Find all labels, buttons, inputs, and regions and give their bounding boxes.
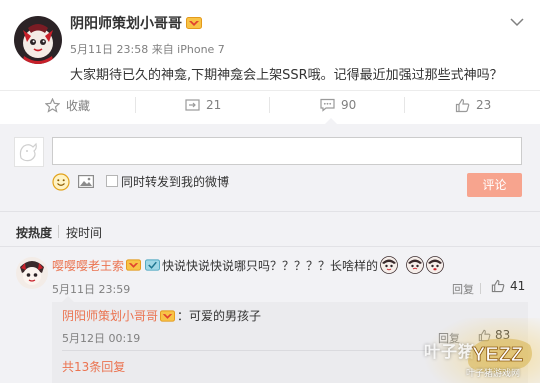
divider xyxy=(0,211,540,212)
comment-line: 嘤嘤嘤老王索 快说快说快说哪只吗？？？？？长啥样的 xyxy=(52,256,444,274)
reply-author-name[interactable]: 阴阳师策划小哥哥 xyxy=(62,307,158,324)
post-meta: 5月11日 23:58 来自 iPhone 7 xyxy=(70,43,225,56)
favorite-button[interactable]: 收藏 xyxy=(45,96,90,114)
panel-pointer xyxy=(324,118,338,125)
comment-like-button[interactable]: 41 xyxy=(491,279,525,293)
star-icon xyxy=(45,97,60,113)
emoticon-icon xyxy=(380,256,398,274)
repost-checkbox-label[interactable]: 同时转发到我的微博 xyxy=(121,173,229,190)
action-separator xyxy=(404,97,405,113)
divider xyxy=(0,246,540,247)
repost-button[interactable]: 21 xyxy=(185,96,221,114)
divider xyxy=(0,90,540,91)
comment-reply-button[interactable]: 回复 xyxy=(452,281,474,297)
comment-count: 90 xyxy=(341,98,357,112)
reply-time: 5月12日 00:19 xyxy=(62,332,141,345)
repost-icon xyxy=(185,99,200,111)
post-author-name[interactable]: 阴阳师策划小哥哥 xyxy=(70,16,182,32)
repost-count: 21 xyxy=(206,98,222,112)
like-count: 23 xyxy=(476,98,492,112)
thumbs-up-icon xyxy=(491,279,505,293)
watermark-subtext: 叶子猪游戏网 xyxy=(466,369,521,379)
favorite-label: 收藏 xyxy=(66,98,91,113)
emoticon-icon xyxy=(406,256,424,274)
watermark-logo-text: YEZZ xyxy=(472,344,523,366)
submit-comment-button[interactable]: 评论 xyxy=(467,173,522,197)
more-replies-link[interactable]: 共13条回复 xyxy=(62,358,125,375)
reply-line: 阴阳师策划小哥哥 ：可爱的男孩子 xyxy=(62,307,261,324)
post-author[interactable]: 阴阳师策划小哥哥 xyxy=(70,13,202,33)
repost-checkbox[interactable] xyxy=(106,175,118,187)
comment-time: 5月11日 23:59 xyxy=(52,283,131,296)
vip-badge-icon xyxy=(186,17,202,29)
author-avatar[interactable] xyxy=(14,16,62,64)
chevron-down-icon[interactable] xyxy=(510,17,524,27)
image-icon[interactable] xyxy=(78,175,94,188)
commenter-name[interactable]: 嘤嘤嘤老王索 xyxy=(52,257,124,274)
tab-sort-by-hot[interactable]: 按热度 xyxy=(16,224,52,241)
action-separator xyxy=(135,97,136,113)
action-separator xyxy=(269,97,270,113)
comment-input[interactable] xyxy=(52,137,522,165)
my-avatar xyxy=(14,137,44,167)
comment-text: 快说快说快说哪只吗？？？？？长啥样的 xyxy=(162,258,379,273)
action-separator xyxy=(480,283,481,294)
member-badge-icon xyxy=(145,259,161,271)
reply-text: ：可爱的男孩子 xyxy=(177,309,262,323)
comment-icon xyxy=(320,98,335,112)
emoticon-icon xyxy=(426,256,444,274)
vip-badge-icon xyxy=(160,309,176,322)
commenter-avatar[interactable] xyxy=(16,257,48,289)
like-button[interactable]: 23 xyxy=(455,96,491,114)
emoji-icon[interactable] xyxy=(52,173,70,191)
thumbs-up-icon xyxy=(455,98,470,112)
sort-separator xyxy=(58,225,59,238)
post-text: 大家期待已久的神龛,下期神龛会上架SSR哦。记得最近加强过那些式神吗？ xyxy=(70,68,503,83)
comment-button[interactable]: 90 xyxy=(320,96,356,114)
vip-badge-icon xyxy=(126,259,142,271)
comment-like-count: 41 xyxy=(510,279,526,293)
tab-sort-by-time[interactable]: 按时间 xyxy=(66,224,102,241)
